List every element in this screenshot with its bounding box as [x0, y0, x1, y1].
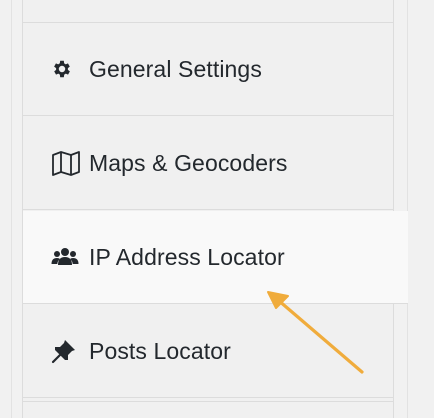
nav-item-posts-locator[interactable]: Posts Locator: [23, 305, 393, 398]
nav-item-label: Posts Locator: [89, 337, 231, 364]
gear-icon: [51, 57, 81, 81]
nav-bottom-divider: [23, 401, 393, 402]
right-gutter: [407, 0, 434, 418]
pin-icon: [51, 339, 81, 364]
nav-item-general-settings[interactable]: General Settings: [23, 23, 393, 116]
map-icon: [51, 151, 81, 176]
nav-item-label: General Settings: [89, 55, 262, 82]
users-icon: [51, 245, 81, 269]
nav-item-maps-geocoders[interactable]: Maps & Geocoders: [23, 117, 393, 210]
nav-top-spacer: [23, 0, 393, 23]
nav-item-label: Maps & Geocoders: [89, 149, 288, 176]
nav-item-ip-address-locator[interactable]: IP Address Locator: [23, 211, 408, 304]
nav-item-label: IP Address Locator: [89, 243, 285, 270]
settings-nav-panel: General Settings Maps & Geocoders IP Add…: [22, 0, 408, 418]
left-gutter: [0, 0, 12, 418]
